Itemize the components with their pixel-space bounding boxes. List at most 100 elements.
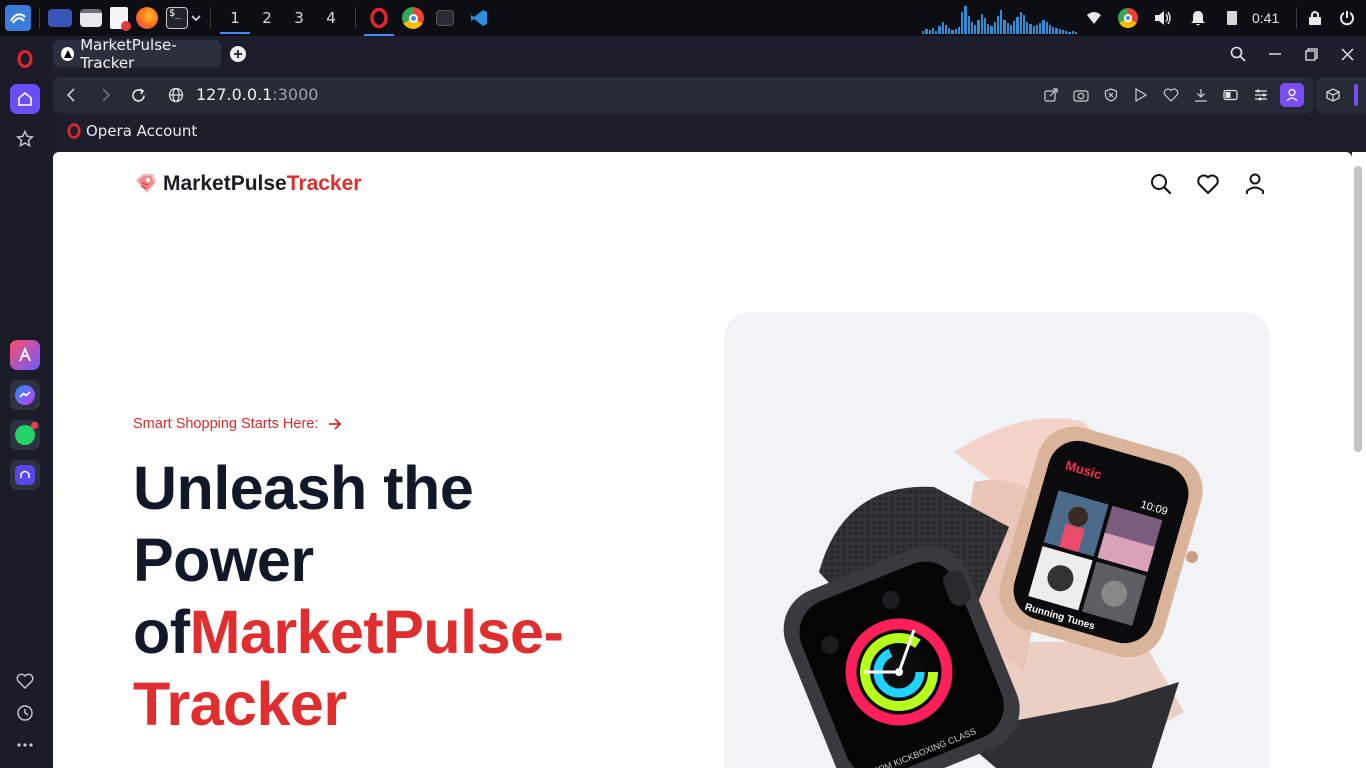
tab-bar: MarketPulse-Tracker xyxy=(50,36,1366,72)
cpu-graph-bar xyxy=(1035,25,1038,34)
app-launcher-icon[interactable] xyxy=(5,5,31,31)
cpu-graph-bar xyxy=(990,26,993,34)
cpu-graph-bar xyxy=(1068,32,1071,34)
tab-search-icon[interactable] xyxy=(1228,44,1248,64)
cpu-graph-bar xyxy=(1000,10,1003,34)
cpu-graph-bar xyxy=(1052,27,1055,34)
tagline-text: Smart Shopping Starts Here: xyxy=(133,416,319,432)
file-manager-icon[interactable] xyxy=(80,9,102,27)
cpu-graph-bar xyxy=(961,12,964,34)
home-icon[interactable] xyxy=(10,84,40,114)
bookmark-opera-account[interactable]: Opera Account xyxy=(66,122,197,140)
url-host: 127.0.0.1 xyxy=(196,85,273,104)
cpu-graph-bar xyxy=(1013,21,1016,34)
cpu-graph-bar xyxy=(977,20,980,34)
url-field[interactable]: 127.0.0.1:3000 xyxy=(196,85,318,104)
share-icon[interactable] xyxy=(1041,85,1061,105)
firefox-icon[interactable] xyxy=(136,7,158,29)
close-window-button[interactable] xyxy=(1337,44,1357,64)
taskbar-divider xyxy=(39,7,40,29)
cpu-graph-bar xyxy=(928,30,931,34)
terminal-window-icon[interactable] xyxy=(436,10,454,26)
chevron-down-icon[interactable] xyxy=(190,7,202,29)
forward-button[interactable] xyxy=(96,85,116,105)
cpu-graph-bar xyxy=(1009,25,1012,34)
opera-logo-icon[interactable] xyxy=(10,44,40,74)
cpu-graph-bar xyxy=(938,26,941,34)
cpu-graph-bar xyxy=(964,6,967,34)
extensions-area xyxy=(1316,77,1366,113)
text-editor-icon[interactable] xyxy=(110,7,131,31)
site-logo[interactable]: MarketPulse Tracker xyxy=(133,172,361,196)
cpu-graph-bar xyxy=(1026,22,1029,34)
browser-sidebar xyxy=(0,36,50,768)
bookmarks-bar: Opera Account xyxy=(50,116,1366,148)
site-info-globe-icon[interactable] xyxy=(166,85,186,105)
scrollbar-thumb[interactable] xyxy=(1354,166,1362,452)
volume-icon[interactable] xyxy=(1154,0,1172,36)
cpu-graph-bar xyxy=(996,16,999,34)
notification-bell-icon[interactable] xyxy=(1190,0,1206,36)
cpu-graph-bar xyxy=(1071,31,1074,34)
hero-line-1: Unleash the xyxy=(133,454,474,522)
cpu-graph-bar xyxy=(987,24,990,34)
os-taskbar: $_ 1 2 3 4 0:41 xyxy=(0,0,1366,36)
cpu-graph-bar xyxy=(951,30,954,34)
cpu-graph-bar xyxy=(1003,20,1006,34)
cpu-graph-bar xyxy=(954,29,957,34)
hero-line-2: Power xyxy=(133,526,314,594)
cpu-graph-bar xyxy=(1022,15,1025,34)
cpu-graph-bar xyxy=(944,25,947,34)
hero-heading: Unleash the Power ofMarketPulse- Tracker xyxy=(133,452,653,740)
battery-saver-icon[interactable] xyxy=(1221,85,1241,105)
messenger-icon[interactable] xyxy=(10,380,40,410)
workspace-4[interactable]: 4 xyxy=(315,0,347,36)
new-tab-button[interactable] xyxy=(228,44,248,64)
opera-taskbar-icon[interactable] xyxy=(364,7,394,36)
cpu-graph-bar xyxy=(948,28,951,34)
more-icon[interactable] xyxy=(10,730,40,760)
whatsapp-icon[interactable] xyxy=(10,420,40,450)
wishlist-heart-icon[interactable] xyxy=(1196,172,1220,196)
url-port: :3000 xyxy=(272,85,319,104)
back-button[interactable] xyxy=(61,85,81,105)
workspace-2[interactable]: 2 xyxy=(251,0,283,36)
lock-icon[interactable] xyxy=(1308,0,1322,36)
adblock-icon[interactable] xyxy=(1101,85,1121,105)
player-icon[interactable] xyxy=(1131,85,1151,105)
search-icon[interactable] xyxy=(1149,172,1173,196)
camera-icon[interactable] xyxy=(1071,85,1091,105)
user-account-icon[interactable] xyxy=(1243,172,1267,196)
restore-button[interactable] xyxy=(1301,44,1321,64)
profile-button[interactable] xyxy=(1280,83,1304,107)
easy-setup-icon[interactable] xyxy=(1251,85,1271,105)
music-icon[interactable] xyxy=(10,460,40,490)
cpu-graph-bar xyxy=(1065,31,1068,34)
hero-tagline-link[interactable]: Smart Shopping Starts Here: xyxy=(133,416,342,432)
power-icon[interactable] xyxy=(1339,0,1355,36)
heart-icon[interactable] xyxy=(10,666,40,696)
clock[interactable]: 0:41 xyxy=(1252,0,1279,36)
chrome-tray-icon[interactable] xyxy=(1118,0,1138,36)
desktop-show-icon[interactable] xyxy=(48,9,72,27)
reload-button[interactable] xyxy=(128,85,148,105)
cpu-graph-bar xyxy=(1032,26,1035,34)
chrome-taskbar-icon[interactable] xyxy=(402,7,424,29)
aria-icon[interactable] xyxy=(10,340,40,370)
tab-active[interactable]: MarketPulse-Tracker xyxy=(53,36,221,72)
extensions-cube-icon[interactable] xyxy=(1323,85,1343,105)
history-icon[interactable] xyxy=(10,698,40,728)
workspace-1[interactable]: 1 xyxy=(219,0,251,36)
workspace-3[interactable]: 3 xyxy=(283,0,315,36)
minimize-button[interactable] xyxy=(1265,44,1285,64)
terminal-icon[interactable]: $_ xyxy=(166,7,188,29)
star-icon[interactable] xyxy=(10,124,40,154)
clipboard-icon[interactable] xyxy=(1227,0,1237,36)
price-tag-logo-icon xyxy=(136,174,156,193)
vscode-icon[interactable] xyxy=(468,7,490,29)
wifi-icon[interactable] xyxy=(1086,0,1102,36)
cpu-graph-bar xyxy=(941,22,944,34)
download-icon[interactable] xyxy=(1191,85,1211,105)
sidebar-toggle-indicator[interactable] xyxy=(1354,84,1358,106)
favorite-heart-icon[interactable] xyxy=(1161,85,1181,105)
